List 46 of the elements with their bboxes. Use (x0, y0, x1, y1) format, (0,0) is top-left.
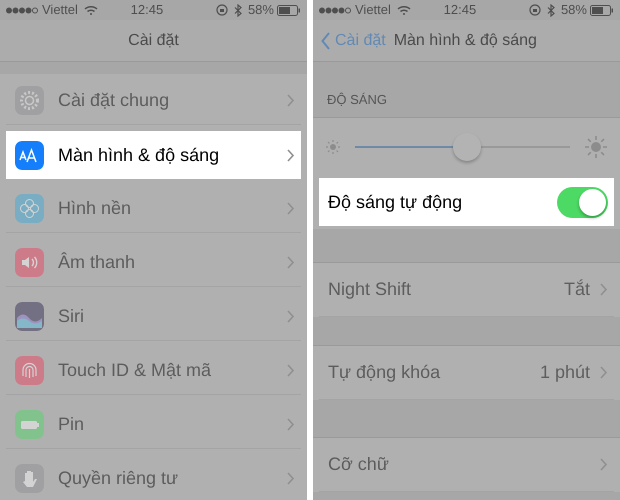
chevron-icon (287, 202, 295, 215)
clock-time: 12:45 (444, 1, 478, 20)
battery-percent: 58% (248, 1, 274, 20)
battery-icon (276, 4, 301, 16)
speaker-icon (15, 248, 44, 277)
back-chevron-icon (321, 32, 331, 50)
chevron-icon (287, 418, 295, 431)
setting-label: Độ sáng tự động (328, 190, 464, 214)
wifi-icon (84, 5, 98, 15)
chevron-icon (600, 458, 608, 471)
sun-large-icon (584, 134, 608, 158)
toggle-switch[interactable] (557, 186, 608, 218)
carrier-name: Viettel (42, 1, 78, 20)
battery-icon (590, 4, 614, 16)
screen-title: Cài đặt (128, 30, 179, 50)
chevron-icon (600, 366, 608, 379)
battery-icon (15, 410, 44, 439)
battery-percent: 58% (560, 1, 587, 20)
siri-icon (15, 302, 44, 331)
chevron-icon (287, 256, 295, 269)
chevron-icon (287, 94, 295, 107)
carrier-name: Viettel (355, 1, 391, 20)
fingerprint-icon (15, 356, 44, 385)
flower-icon (15, 194, 44, 223)
chevron-icon (287, 364, 295, 377)
section-header: ĐỘ SÁNG (327, 90, 387, 108)
bluetooth-icon (546, 4, 555, 16)
slider-thumb[interactable] (452, 132, 481, 160)
sun-small-icon (325, 138, 341, 154)
hand-icon (15, 464, 44, 493)
wifi-icon (396, 5, 411, 15)
chevron-icon (287, 310, 295, 323)
text-size-icon (15, 140, 44, 170)
clock-time: 12:45 (130, 1, 164, 20)
chevron-icon (287, 472, 295, 485)
settings-item[interactable]: Màn hình & độ sáng (6, 131, 301, 179)
bluetooth-icon (234, 4, 242, 16)
signal-icon (319, 6, 351, 14)
rotation-lock-icon (528, 4, 541, 16)
signal-icon (6, 6, 38, 14)
chevron-icon (287, 148, 295, 162)
screen-title: Màn hình & độ sáng (394, 30, 537, 50)
rotation-lock-icon (216, 4, 228, 16)
gear-icon (15, 86, 44, 115)
chevron-icon (600, 283, 608, 296)
back-button[interactable]: Cài đặt (321, 28, 386, 52)
